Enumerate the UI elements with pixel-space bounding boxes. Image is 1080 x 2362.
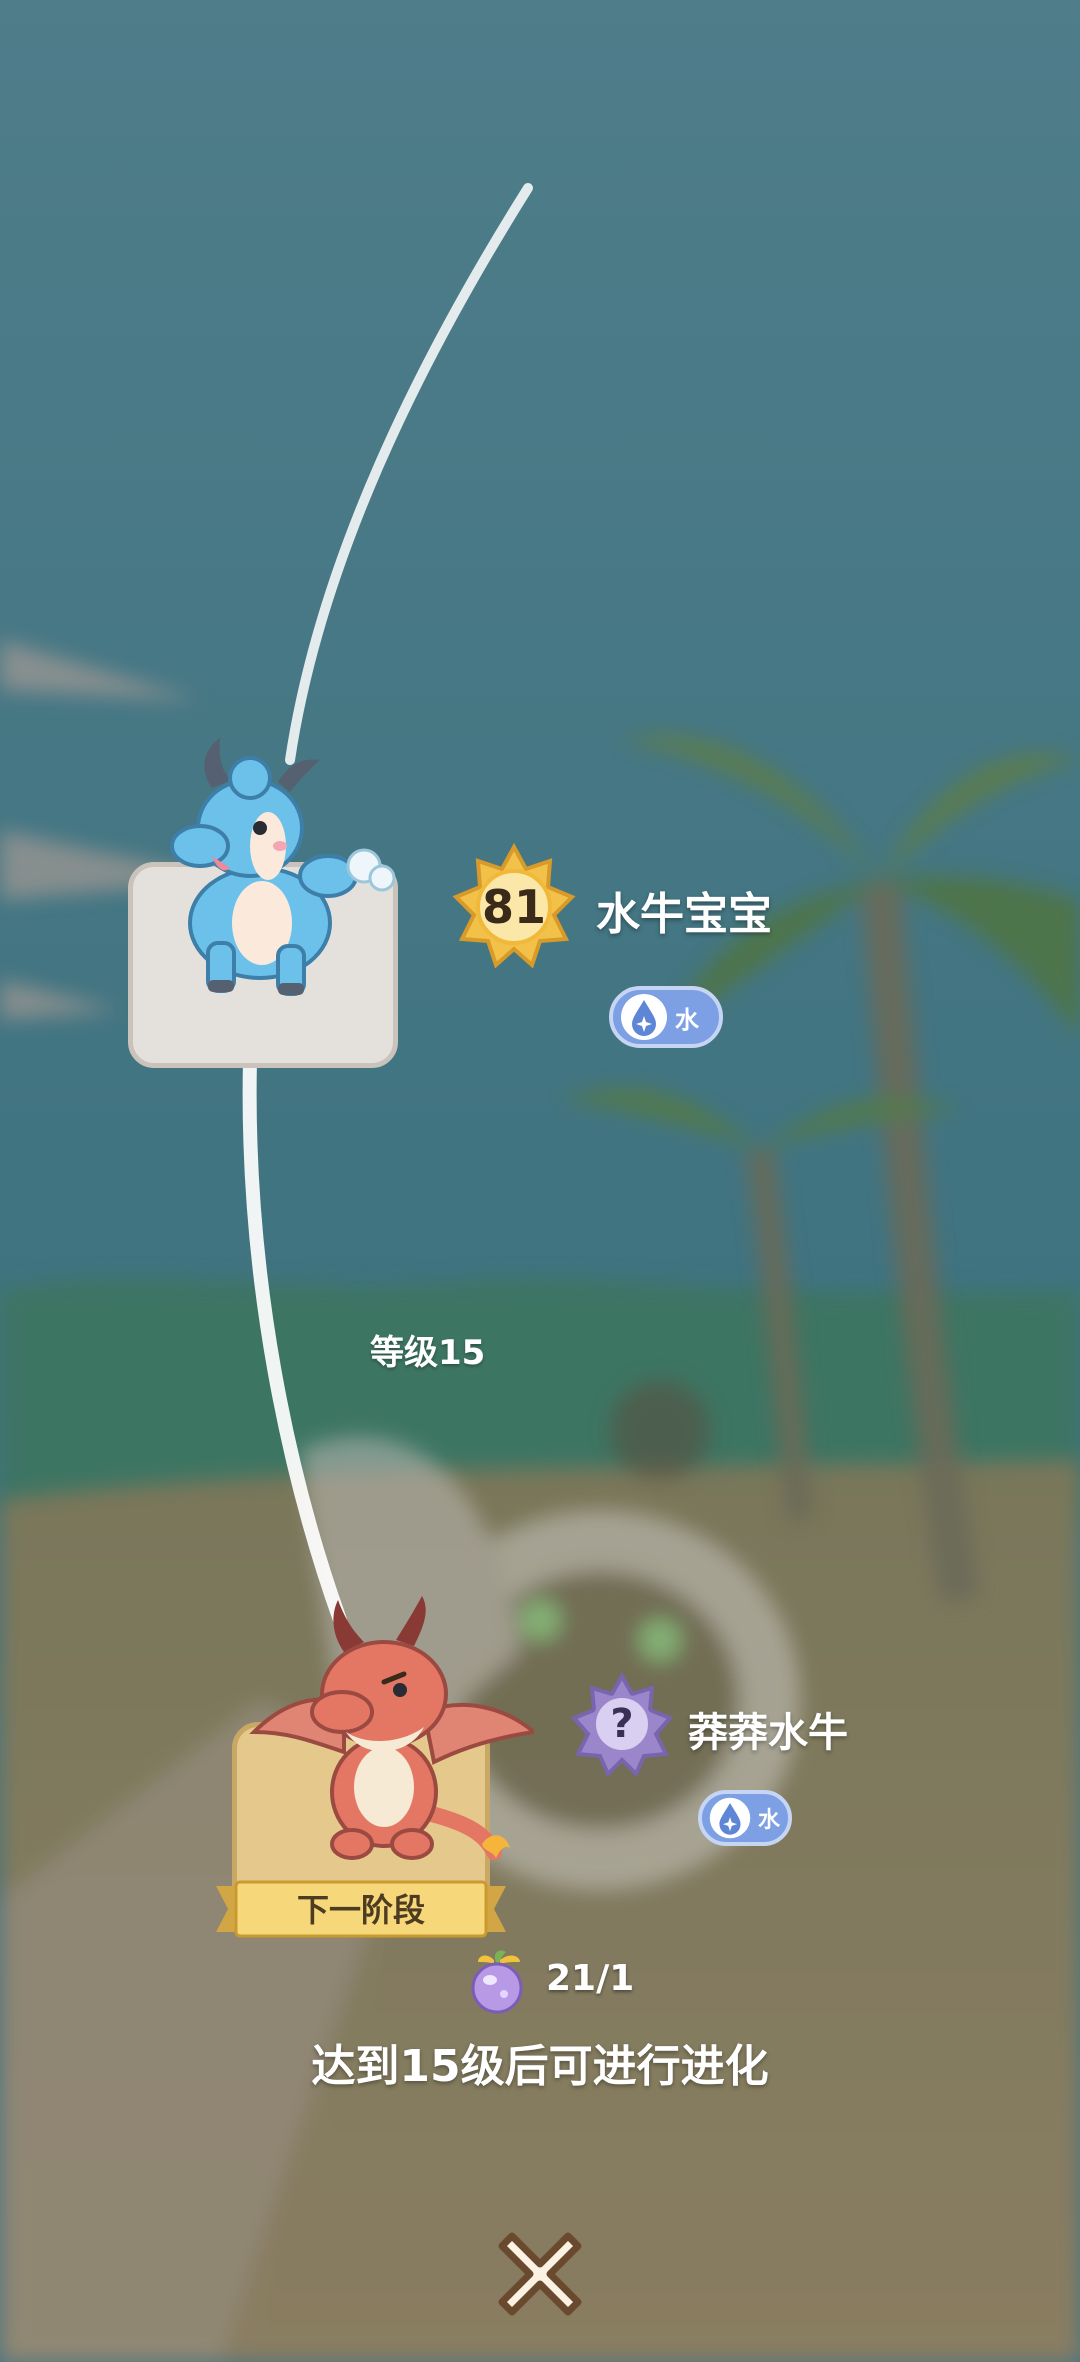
type-label: 水 bbox=[758, 1808, 781, 1833]
current-pet-name: 水牛宝宝 bbox=[596, 889, 772, 940]
unknown-level-badge: ? bbox=[570, 1671, 674, 1778]
background-scene bbox=[0, 0, 1080, 2362]
unknown-level-value: ? bbox=[610, 1701, 634, 1747]
water-drop-icon bbox=[709, 1797, 751, 1839]
evolution-fruit-icon bbox=[471, 1950, 523, 2014]
type-label: 水 bbox=[675, 1005, 699, 1034]
required-level-label: 等级15 bbox=[370, 1333, 486, 1373]
material-count: 21/1 bbox=[546, 1958, 635, 1999]
water-drop-icon bbox=[621, 994, 667, 1040]
water-type-badge-next: 水 bbox=[698, 1790, 792, 1846]
baby-water-buffalo-icon bbox=[170, 738, 396, 996]
level-badge: 81 bbox=[450, 842, 578, 971]
water-type-badge: 水 bbox=[609, 986, 723, 1048]
close-button[interactable] bbox=[490, 2222, 590, 2322]
level-value: 81 bbox=[481, 880, 546, 934]
evolution-requirement-message: 达到15级后可进行进化 bbox=[311, 2041, 769, 2092]
red-dragon-icon bbox=[249, 1596, 534, 1860]
close-icon bbox=[498, 2232, 582, 2316]
next-pet-name: 莽莽水牛 bbox=[688, 1710, 848, 1756]
next-stage-label: 下一阶段 bbox=[296, 1891, 425, 1929]
